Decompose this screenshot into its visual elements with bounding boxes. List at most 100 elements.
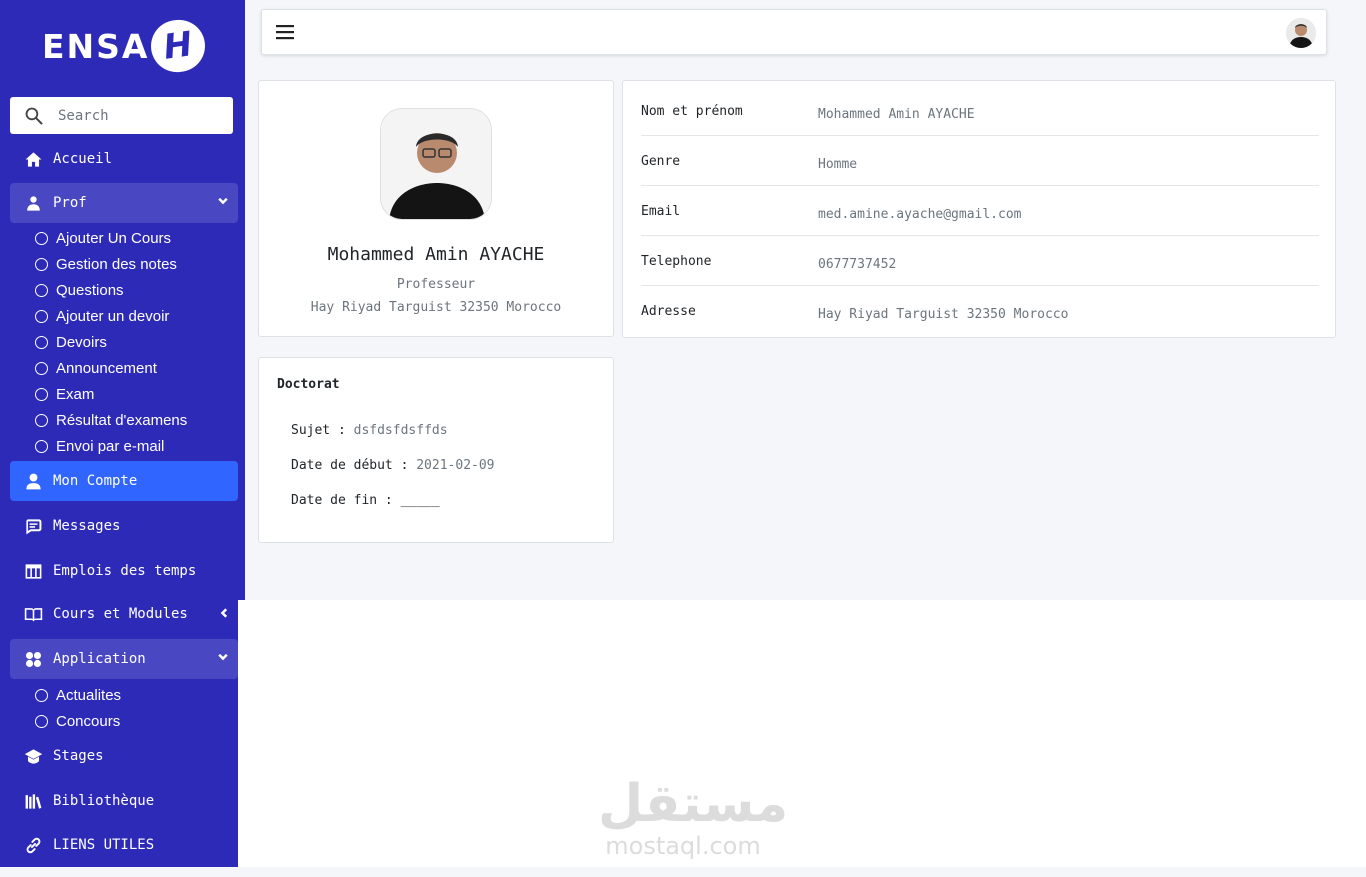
circle-icon — [35, 309, 48, 323]
circle-icon — [35, 413, 48, 427]
sujet-value: dsfdsfdsffds — [353, 423, 448, 438]
logo-badge: H — [148, 16, 209, 76]
teacher-icon — [22, 192, 44, 214]
sub-item-questions[interactable]: Questions — [35, 279, 124, 301]
sidebar-item-label: Bibliothèque — [53, 793, 155, 809]
sidebar-item-label: Mon Compte — [53, 473, 138, 489]
logo-text: ENSA — [42, 26, 150, 66]
sidebar-item-cours-modules[interactable]: Cours et Modules — [10, 594, 238, 634]
watermark-latin: mostaql.com — [605, 832, 761, 860]
sub-item-resultat[interactable]: Résultat d'examens — [35, 409, 187, 431]
detail-row-adresse: Adresse Hay Riyad Targuist 32350 Morocco — [641, 286, 1319, 336]
sidebar-item-stages[interactable]: Stages — [10, 736, 238, 776]
sub-item-exam[interactable]: Exam — [35, 383, 94, 405]
sub-item-label: Ajouter Un Cours — [56, 229, 172, 247]
sub-item-label: Gestion des notes — [56, 255, 177, 273]
brand-logo[interactable]: ENSA H — [42, 16, 209, 76]
detail-label: Telephone — [641, 254, 712, 269]
sidebar-item-bibliotheque[interactable]: Bibliothèque — [10, 781, 238, 821]
sub-item-label: Actualites — [56, 686, 122, 704]
debut-value: 2021-02-09 — [416, 458, 495, 473]
sidebar-item-application[interactable]: Application — [10, 639, 238, 679]
book-open-icon — [22, 603, 44, 625]
watermark: مستقل mostaql.com — [598, 775, 788, 860]
sidebar-item-mon-compte[interactable]: Mon Compte — [10, 461, 238, 501]
logo-badge-letter: H — [161, 24, 196, 68]
detail-value: Mohammed Amin AYACHE — [818, 107, 975, 122]
profile-address: Hay Riyad Targuist 32350 Morocco — [310, 300, 562, 315]
circle-icon — [35, 714, 48, 728]
sujet-label: Sujet : — [291, 423, 354, 438]
profile-photo — [380, 108, 492, 220]
circle-icon — [35, 231, 48, 245]
sub-item-announcement[interactable]: Announcement — [35, 357, 157, 379]
sub-item-label: Envoi par e-mail — [56, 437, 165, 455]
circle-icon — [35, 361, 48, 375]
sub-item-label: Ajouter un devoir — [56, 307, 170, 325]
profile-name: Mohammed Amin AYACHE — [327, 244, 545, 265]
detail-value: med.amine.ayache@gmail.com — [818, 207, 1022, 222]
table-icon — [22, 560, 44, 582]
sidebar-item-messages[interactable]: Messages — [10, 506, 238, 546]
doctorat-title: Doctorat — [277, 377, 340, 392]
fin-value: _____ — [400, 493, 440, 508]
sub-item-label: Announcement — [56, 359, 157, 377]
message-icon — [22, 515, 44, 537]
search-icon[interactable] — [24, 106, 44, 126]
sub-item-ajouter-cours[interactable]: Ajouter Un Cours — [35, 227, 171, 249]
fin-label: Date de fin : — [291, 493, 401, 508]
search-input[interactable] — [58, 107, 218, 124]
menu-icon[interactable] — [276, 24, 294, 40]
sidebar-item-emplois[interactable]: Emplois des temps — [10, 551, 238, 591]
sidebar-item-label: LIENS UTILES — [53, 837, 155, 853]
graduation-cap-icon — [22, 745, 44, 767]
sidebar-item-accueil[interactable]: Accueil — [10, 139, 238, 179]
sub-item-actualites[interactable]: Actualites — [35, 684, 121, 706]
sub-item-gestion-notes[interactable]: Gestion des notes — [35, 253, 177, 275]
detail-value: Hay Riyad Targuist 32350 Morocco — [818, 307, 1069, 322]
circle-icon — [35, 335, 48, 349]
sub-item-label: Résultat d'examens — [56, 411, 188, 429]
doctorat-fin: Date de fin : _____ — [291, 493, 440, 508]
search-box — [10, 97, 233, 134]
sub-item-devoirs[interactable]: Devoirs — [35, 331, 107, 353]
detail-row-nom: Nom et prénom Mohammed Amin AYACHE — [641, 86, 1319, 136]
chevron-down-icon — [216, 651, 230, 665]
home-icon — [22, 148, 44, 170]
sub-item-ajouter-devoir[interactable]: Ajouter un devoir — [35, 305, 169, 327]
detail-row-telephone: Telephone 0677737452 — [641, 236, 1319, 286]
link-icon — [22, 834, 44, 856]
apps-icon — [22, 648, 44, 670]
circle-icon — [35, 257, 48, 271]
avatar[interactable] — [1286, 18, 1316, 48]
detail-row-email: Email med.amine.ayache@gmail.com — [641, 186, 1319, 236]
details-card: Nom et prénom Mohammed Amin AYACHE Genre… — [622, 80, 1336, 338]
sub-item-concours[interactable]: Concours — [35, 710, 120, 732]
sidebar-item-label: Messages — [53, 518, 121, 534]
sidebar-item-liens[interactable]: LIENS UTILES — [10, 825, 238, 865]
sidebar-item-label: Stages — [53, 748, 104, 764]
sub-item-label: Concours — [56, 712, 121, 730]
doctorat-card: Doctorat Sujet : dsfdsfdsffds Date de dé… — [258, 357, 614, 543]
sub-item-label: Questions — [56, 281, 124, 299]
sidebar-item-label: Cours et Modules — [53, 606, 188, 622]
sidebar-item-prof[interactable]: Prof — [10, 183, 238, 223]
sidebar: ENSA H Accueil Prof Ajouter Un Cours Ges… — [0, 0, 245, 867]
detail-label: Genre — [641, 154, 681, 169]
doctorat-debut: Date de début : 2021-02-09 — [291, 458, 495, 473]
sidebar-item-label: Accueil — [53, 151, 113, 167]
sidebar-item-label: Application — [53, 651, 146, 667]
profile-card: Mohammed Amin AYACHE Professeur Hay Riya… — [258, 80, 614, 337]
doctorat-sujet: Sujet : dsfdsfdsffds — [291, 423, 448, 438]
user-icon — [22, 470, 44, 492]
page-bottom-area — [238, 600, 1366, 867]
sub-item-envoi-email[interactable]: Envoi par e-mail — [35, 435, 164, 457]
profile-role: Professeur — [396, 277, 476, 292]
sub-item-label: Exam — [56, 385, 95, 403]
circle-icon — [35, 283, 48, 297]
circle-icon — [35, 439, 48, 453]
detail-row-genre: Genre Homme — [641, 136, 1319, 186]
chevron-left-icon — [216, 606, 230, 620]
circle-icon — [35, 688, 48, 702]
detail-label: Adresse — [641, 304, 696, 319]
